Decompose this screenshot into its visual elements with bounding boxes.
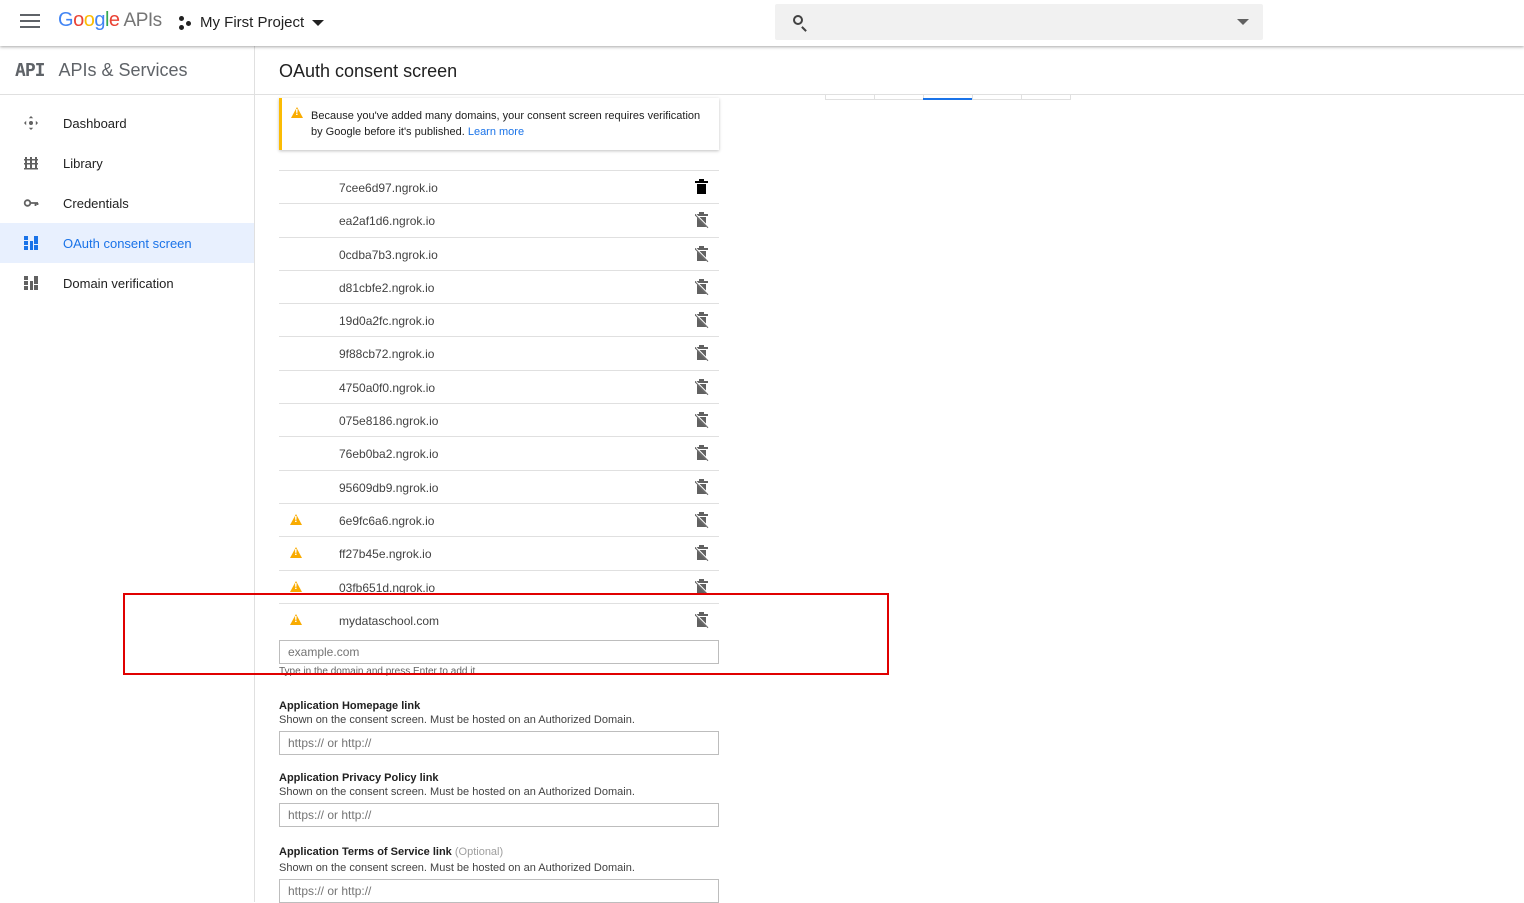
highlight-box: [123, 593, 889, 675]
privacy-policy-input[interactable]: https:// or http://: [279, 803, 719, 827]
sidebar-item-domain-verification[interactable]: Domain verification: [0, 263, 254, 303]
search-bar[interactable]: [775, 4, 1263, 40]
delete-disabled-icon[interactable]: [694, 345, 710, 362]
sidebar-item-oauth-consent-screen[interactable]: OAuth consent screen: [0, 223, 254, 263]
verification-warning-banner: Because you've added many domains, your …: [279, 98, 719, 150]
list-item: 95609db9.ngrok.io: [279, 469, 719, 503]
active-tab-indicator: [923, 98, 972, 100]
terms-of-service-help: Shown on the consent screen. Must be hos…: [279, 862, 635, 874]
sidebar-item-label: Credentials: [63, 195, 129, 211]
delete-disabled-icon[interactable]: [694, 478, 710, 495]
delete-disabled-icon[interactable]: [694, 545, 710, 562]
sidebar-item-dashboard[interactable]: Dashboard: [0, 103, 254, 143]
list-item: 9f88cb72.ngrok.io: [279, 336, 719, 369]
domain-name: 075e8186.ngrok.io: [339, 414, 439, 429]
delete-disabled-icon[interactable]: [694, 412, 710, 429]
page-header: OAuth consent screen: [255, 46, 1524, 95]
sidebar-item-library[interactable]: Library: [0, 143, 254, 183]
domain-name: 19d0a2fc.ngrok.io: [339, 314, 435, 329]
homepage-link-label: Application Homepage link: [279, 700, 421, 712]
step-tabs[interactable]: [825, 94, 1071, 100]
domain-name: ff27b45e.ngrok.io: [339, 547, 432, 562]
domain-name: 7cee6d97.ngrok.io: [339, 181, 438, 195]
privacy-policy-label: Application Privacy Policy link: [279, 772, 439, 784]
authorized-domains-list: 7cee6d97.ngrok.io ea2af1d6.ngrok.io 0cdb…: [279, 170, 719, 636]
sidebar-item-label: OAuth consent screen: [63, 235, 192, 251]
learn-more-link[interactable]: Learn more: [468, 126, 524, 138]
project-name: My First Project: [200, 14, 305, 31]
delete-disabled-icon[interactable]: [694, 578, 710, 595]
domain-name: 4750a0f0.ngrok.io: [339, 380, 436, 395]
delete-disabled-icon[interactable]: [694, 378, 710, 395]
terms-of-service-label: Application Terms of Service link (Optio…: [279, 846, 504, 858]
sidebar-nav: Dashboard Library Credentials OAuth cons…: [0, 103, 254, 303]
warning-icon: [291, 107, 303, 118]
list-item: 0cdba7b3.ngrok.io: [279, 236, 719, 270]
sidebar-item-label: Domain verification: [63, 275, 174, 291]
domain-verification-icon: [24, 276, 38, 290]
warning-icon: [290, 513, 302, 525]
delete-icon[interactable]: [695, 179, 708, 194]
domain-name: ea2af1d6.ngrok.io: [339, 214, 436, 229]
terms-of-service-input[interactable]: https:// or http://: [279, 879, 719, 903]
list-item: d81cbfe2.ngrok.io: [279, 269, 719, 303]
sidebar-item-label: Library: [63, 155, 103, 171]
page-title: OAuth consent screen: [279, 61, 458, 81]
domain-name: 0cdba7b3.ngrok.io: [339, 247, 438, 262]
google-apis-logo[interactable]: Google APIs: [58, 9, 162, 32]
project-icon: [178, 15, 192, 30]
domain-name: 76eb0ba2.ngrok.io: [339, 447, 439, 462]
warning-icon: [290, 580, 302, 592]
list-item: ea2af1d6.ngrok.io: [279, 203, 719, 236]
list-item: 7cee6d97.ngrok.io: [279, 170, 719, 203]
delete-disabled-icon[interactable]: [694, 511, 710, 529]
search-icon: [793, 15, 803, 25]
sidebar-header: API APIs & Services: [0, 46, 254, 95]
list-item: 4750a0f0.ngrok.io: [279, 369, 719, 403]
optional-tag: (Optional): [454, 846, 504, 858]
list-item: 075e8186.ngrok.io: [279, 403, 719, 436]
list-item: ff27b45e.ngrok.io: [279, 536, 719, 569]
sidebar: API APIs & Services Dashboard Library Cr…: [0, 46, 255, 902]
dashboard-icon: [24, 116, 38, 130]
delete-disabled-icon[interactable]: [694, 278, 710, 295]
domain-name: 9f88cb72.ngrok.io: [339, 347, 435, 362]
list-item: 19d0a2fc.ngrok.io: [279, 303, 719, 336]
library-icon: [24, 157, 38, 170]
search-dropdown-icon[interactable]: [1237, 19, 1249, 25]
domain-name: 95609db9.ngrok.io: [339, 480, 439, 495]
delete-disabled-icon[interactable]: [694, 212, 710, 229]
delete-disabled-icon[interactable]: [694, 312, 710, 329]
domain-name: 6e9fc6a6.ngrok.io: [339, 513, 435, 528]
homepage-link-help: Shown on the consent screen. Must be hos…: [279, 714, 635, 726]
warning-text: Because you've added many domains, your …: [311, 110, 701, 138]
delete-disabled-icon[interactable]: [694, 245, 710, 262]
delete-disabled-icon[interactable]: [694, 445, 710, 462]
hamburger-menu-icon[interactable]: [20, 14, 40, 32]
list-item: 6e9fc6a6.ngrok.io: [279, 502, 719, 536]
sidebar-item-credentials[interactable]: Credentials: [0, 183, 254, 223]
key-icon: [23, 199, 39, 207]
list-item: 76eb0ba2.ngrok.io: [279, 436, 719, 469]
homepage-link-input[interactable]: https:// or http://: [279, 731, 719, 755]
caret-down-icon: [312, 19, 325, 26]
domain-name: d81cbfe2.ngrok.io: [339, 280, 435, 295]
warning-icon: [290, 547, 302, 559]
sidebar-title: APIs & Services: [58, 59, 188, 80]
top-app-bar: Google APIs My First Project: [0, 0, 1524, 46]
consent-icon: [24, 236, 38, 250]
api-logo: API: [15, 59, 45, 81]
privacy-policy-help: Shown on the consent screen. Must be hos…: [279, 786, 635, 798]
project-selector[interactable]: My First Project: [178, 14, 325, 31]
sidebar-item-label: Dashboard: [63, 115, 127, 131]
